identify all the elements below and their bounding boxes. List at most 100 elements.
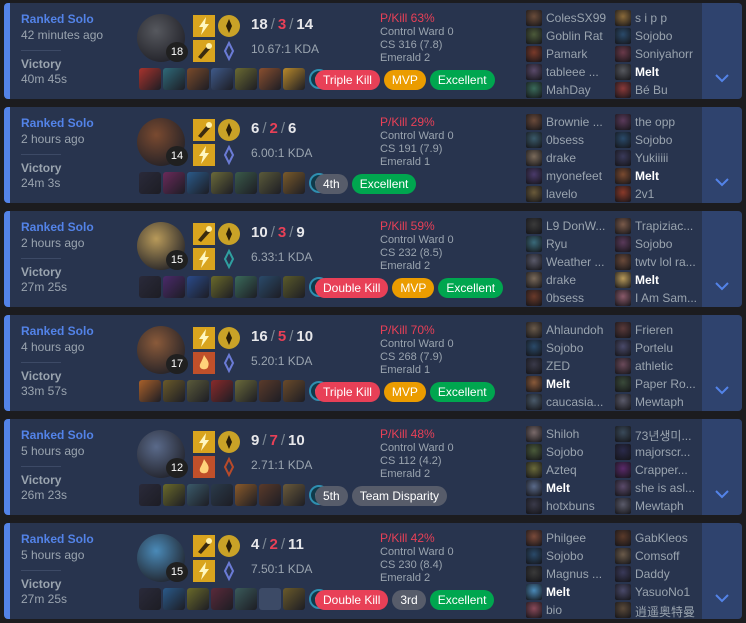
player-name[interactable]: Shiloh [546,427,620,441]
secondary-rune-icon[interactable] [218,248,240,270]
team-player[interactable]: Weather ... [526,253,620,271]
team-player[interactable]: Soniyahorr [615,45,709,63]
smite-icon[interactable] [193,223,215,245]
player-name[interactable]: 73년생미... [635,427,709,444]
smite-icon[interactable] [193,40,215,62]
expand-match-button[interactable] [702,3,742,99]
team-player[interactable]: Melt [526,479,620,497]
item-icon[interactable] [235,588,257,610]
ignite-icon[interactable] [193,456,215,478]
team-player[interactable]: majorscr... [615,443,709,461]
item-icon[interactable] [283,276,305,298]
player-name[interactable]: Pamark [546,47,620,61]
item-icon[interactable] [283,588,305,610]
player-name[interactable]: Magnus ... [546,567,620,581]
team-player[interactable]: the opp [615,113,709,131]
team-player[interactable]: Magnus ... [526,565,620,583]
expand-match-button[interactable] [702,211,742,307]
item-icon[interactable] [259,172,281,194]
team-player[interactable]: Melt [615,63,709,81]
team-player[interactable]: Melt [615,167,709,185]
player-name[interactable]: Bé Bu [635,83,709,97]
player-name[interactable]: s i p p [635,11,709,25]
item-icon[interactable] [211,276,233,298]
player-name[interactable]: MahDay [546,83,620,97]
team-player[interactable]: Sojobo [526,547,620,565]
player-name[interactable]: Sojobo [635,237,709,251]
player-name[interactable]: Crapper... [635,463,709,477]
player-name[interactable]: tableee ... [546,65,620,79]
team-player[interactable]: 0bsess [526,289,620,307]
player-name[interactable]: twtv lol ra... [635,255,709,269]
match-card[interactable]: Ranked Solo 42 minutes ago Victory 40m 45s 1… [4,3,742,99]
team-player[interactable]: Goblin Rat [526,27,620,45]
player-name[interactable]: myonefeet [546,169,620,183]
player-name[interactable]: GabKleos [635,531,709,545]
team-player[interactable]: Philgee [526,529,620,547]
item-icon[interactable] [235,276,257,298]
team-player[interactable]: lavelo [526,185,620,203]
match-card[interactable]: Ranked Solo 5 hours ago Victory 27m 25s 15 4/… [4,523,742,619]
item-icon[interactable] [235,484,257,506]
item-icon[interactable] [211,68,233,90]
item-icon[interactable] [187,276,209,298]
expand-match-button[interactable] [702,107,742,203]
team-player[interactable]: Ryu [526,235,620,253]
expand-match-button[interactable] [702,419,742,515]
team-player[interactable]: drake [526,271,620,289]
item-icon[interactable] [235,172,257,194]
player-name[interactable]: 2v1 [635,187,709,201]
item-icon[interactable] [211,172,233,194]
team-player[interactable]: 逍遥奥特曼 [615,601,709,619]
player-name-self[interactable]: Melt [546,585,620,599]
player-name[interactable]: Sojobo [635,29,709,43]
item-icon[interactable] [187,380,209,402]
team-player[interactable]: Portelu [615,339,709,357]
player-name[interactable]: ColesSX99 [546,11,620,25]
team-player[interactable]: Trapiziac... [615,217,709,235]
team-player[interactable]: Melt [526,583,620,601]
item-icon[interactable] [139,380,161,402]
player-name-self[interactable]: Melt [546,481,620,495]
match-card[interactable]: Ranked Solo 5 hours ago Victory 26m 23s 12 9/… [4,419,742,515]
player-name-self[interactable]: Melt [635,65,709,79]
secondary-rune-icon[interactable] [218,352,240,374]
player-name[interactable]: the opp [635,115,709,129]
flash-icon[interactable] [193,431,215,453]
team-player[interactable]: myonefeet [526,167,620,185]
player-name[interactable]: Mewtaph [635,499,709,513]
team-player[interactable]: ColesSX99 [526,9,620,27]
secondary-rune-icon[interactable] [218,560,240,582]
match-card[interactable]: Ranked Solo 4 hours ago Victory 33m 57s 17 16… [4,315,742,411]
player-name[interactable]: she is asl... [635,481,709,495]
player-name[interactable]: Trapiziac... [635,219,709,233]
player-name[interactable]: Soniyahorr [635,47,709,61]
player-name[interactable]: 0bsess [546,133,620,147]
player-name[interactable]: Mewtaph [635,395,709,409]
scrollbar-track[interactable] [742,0,746,623]
team-player[interactable]: Sojobo [526,443,620,461]
team-player[interactable]: Bé Bu [615,81,709,99]
player-name[interactable]: Sojobo [546,445,620,459]
team-player[interactable]: Sojobo [615,27,709,45]
team-player[interactable]: Yukiiiii [615,149,709,167]
team-player[interactable]: 73년생미... [615,425,709,443]
team-player[interactable]: 2v1 [615,185,709,203]
player-name[interactable]: Philgee [546,531,620,545]
item-icon[interactable] [283,172,305,194]
player-name[interactable]: Sojobo [635,133,709,147]
player-name[interactable]: Paper Ro... [635,377,709,391]
keystone-rune-icon[interactable] [218,535,240,557]
team-player[interactable]: bio [526,601,620,619]
team-player[interactable]: athletic [615,357,709,375]
team-player[interactable]: drake [526,149,620,167]
secondary-rune-icon[interactable] [218,456,240,478]
team-player[interactable]: Paper Ro... [615,375,709,393]
team-player[interactable]: Sojobo [526,339,620,357]
item-icon[interactable] [211,484,233,506]
item-icon[interactable] [259,484,281,506]
keystone-rune-icon[interactable] [218,327,240,349]
player-name[interactable]: Portelu [635,341,709,355]
player-name[interactable]: Comsoff [635,549,709,563]
flash-icon[interactable] [193,144,215,166]
